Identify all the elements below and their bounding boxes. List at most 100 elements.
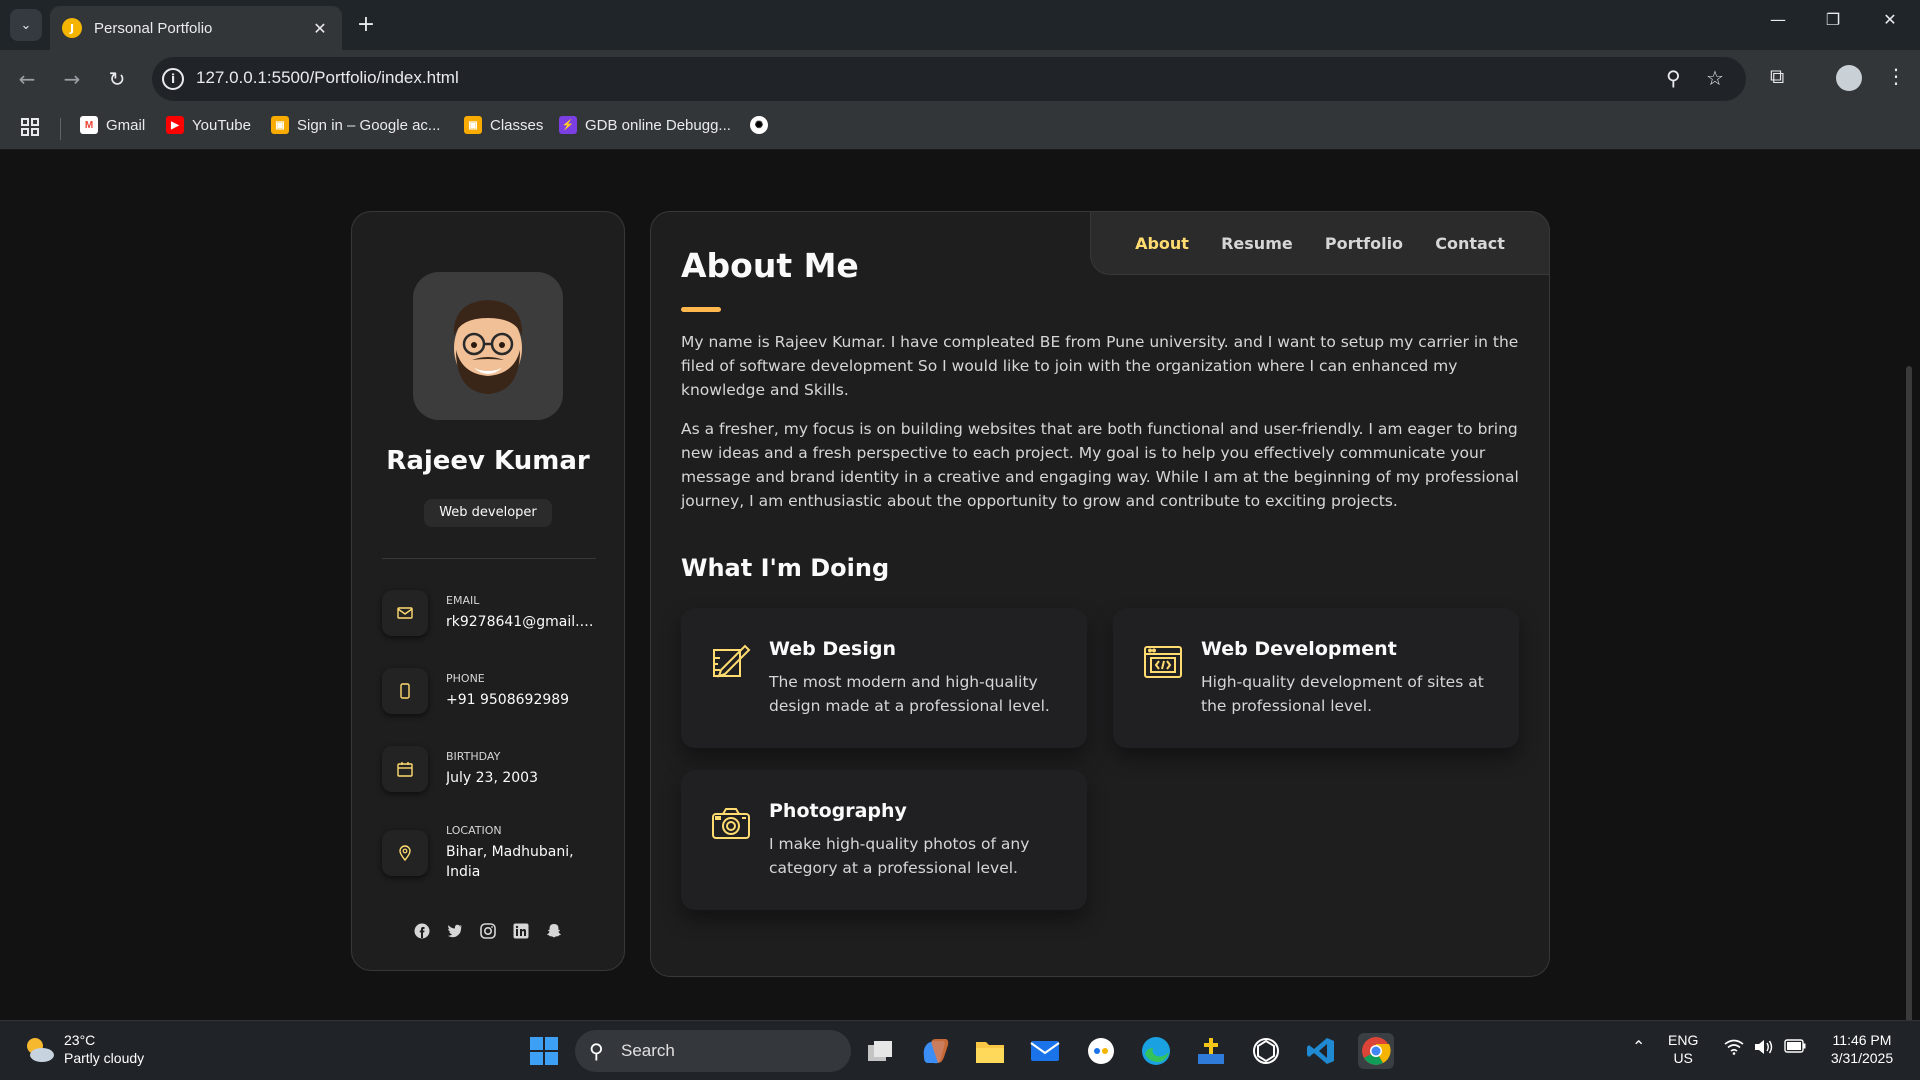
linkedin-icon[interactable]	[511, 921, 530, 940]
clock[interactable]: 11:46 PM 3/31/2025	[1824, 1031, 1900, 1067]
browser-toolbar: ← → ↻ i 127.0.0.1:5500/Portfolio/index.h…	[0, 50, 1920, 108]
facebook-icon[interactable]	[412, 921, 431, 940]
weather-icon[interactable]	[22, 1033, 56, 1067]
copilot-icon[interactable]	[917, 1033, 953, 1069]
reload-button[interactable]: ↻	[102, 64, 132, 94]
vscode-icon[interactable]	[1303, 1033, 1339, 1069]
clock-time: 11:46 PM	[1832, 1032, 1892, 1048]
about-paragraph-1: My name is Rajeev Kumar. I have compleat…	[681, 333, 1519, 399]
taskbar-search[interactable]: ⚲ Search	[575, 1030, 851, 1072]
tray-overflow-icon[interactable]: ⌃	[1632, 1039, 1645, 1057]
bookmark-gmail[interactable]: M Gmail	[80, 116, 145, 134]
task-view-icon[interactable]	[862, 1033, 898, 1069]
bookmark-label: Sign in – Google ac...	[297, 116, 441, 134]
dev-icon	[1143, 642, 1183, 682]
nav-resume[interactable]: Resume	[1221, 234, 1293, 253]
file-explorer-icon[interactable]	[972, 1033, 1008, 1069]
gmail-icon: M	[80, 116, 98, 134]
sidebar-separator	[382, 558, 596, 559]
service-text: High-quality development of sites at the…	[1201, 673, 1484, 715]
weather-desc: Partly cloudy	[64, 1050, 145, 1066]
edge-icon[interactable]	[1138, 1033, 1174, 1069]
site-info-icon[interactable]: i	[162, 68, 184, 90]
search-label: Search	[621, 1041, 675, 1060]
mail-app-icon[interactable]	[1027, 1033, 1063, 1069]
mail-icon	[382, 590, 428, 636]
twitter-icon[interactable]	[445, 921, 464, 940]
service-text: The most modern and high-quality design …	[769, 673, 1050, 715]
bookmark-label: Gmail	[106, 116, 146, 134]
bookmark-chatgpt[interactable]: ✺	[750, 116, 776, 134]
nav-contact[interactable]: Contact	[1435, 234, 1505, 253]
page-title: About Me	[681, 246, 859, 285]
tab-search-button[interactable]: ⌄	[10, 9, 42, 41]
volume-icon[interactable]	[1754, 1039, 1774, 1059]
back-button[interactable]: ←	[12, 64, 42, 94]
bookmark-gdb[interactable]: ⚡ GDB online Debugg...	[559, 116, 731, 134]
close-window-button[interactable]: ✕	[1870, 10, 1910, 29]
bookmark-classes[interactable]: ▣ Classes	[464, 116, 543, 134]
app-icon[interactable]	[1083, 1033, 1119, 1069]
bookmark-google-signin[interactable]: ▣ Sign in – Google ac...	[271, 116, 440, 134]
profile-avatar[interactable]	[1836, 65, 1862, 91]
chrome-icon[interactable]	[1358, 1033, 1394, 1069]
about-paragraph-2: As a fresher, my focus is on building we…	[681, 420, 1519, 510]
minimize-button[interactable]: —	[1758, 10, 1798, 29]
zoom-icon[interactable]: ⚲	[1666, 66, 1681, 90]
battery-icon[interactable]	[1784, 1039, 1806, 1057]
browser-tab[interactable]: J Personal Portfolio ✕	[50, 6, 342, 50]
birthday-value: July 23, 2003	[446, 770, 538, 786]
bookmark-youtube[interactable]: ▶ YouTube	[166, 116, 251, 134]
snapchat-icon[interactable]	[544, 921, 563, 940]
email-link[interactable]: rk9278641@gmail.co...	[446, 612, 596, 632]
instagram-icon[interactable]	[478, 921, 497, 940]
bookmark-star-icon[interactable]: ☆	[1706, 66, 1724, 90]
nav-about[interactable]: About	[1135, 234, 1189, 253]
service-card-photography: Photography I make high-quality photos o…	[681, 770, 1087, 910]
service-card-web-development: Web Development High-quality development…	[1113, 608, 1519, 748]
phone-link[interactable]: +91 9508692989	[446, 690, 596, 710]
start-button[interactable]	[526, 1033, 562, 1069]
menu-icon[interactable]: ⋮	[1886, 64, 1906, 88]
about-panel: About Resume Portfolio Contact About Me …	[650, 211, 1550, 977]
profile-sidebar: Rajeev Kumar Web developer Email rk92786…	[351, 211, 625, 971]
youtube-icon: ▶	[166, 116, 184, 134]
bookmarks-separator	[60, 118, 61, 140]
service-title: Photography	[769, 800, 907, 822]
app-icon[interactable]	[1193, 1033, 1229, 1069]
service-card-web-design: Web Design The most modern and high-qual…	[681, 608, 1087, 748]
social-links	[412, 921, 563, 940]
camera-icon	[711, 804, 751, 844]
bookmark-label: Classes	[490, 116, 544, 134]
forward-button[interactable]: →	[57, 64, 87, 94]
avatar-image	[453, 300, 523, 394]
restore-button[interactable]: ❐	[1813, 10, 1853, 29]
classroom-icon: ▣	[464, 116, 482, 134]
page-scrollbar[interactable]	[1906, 366, 1912, 1080]
tab-title: Personal Portfolio	[94, 19, 213, 37]
avatar	[413, 272, 563, 420]
weather-temp: 23°C	[64, 1032, 96, 1048]
gdb-icon: ⚡	[559, 116, 577, 134]
location-icon	[382, 830, 428, 876]
tab-favicon-icon: J	[62, 18, 82, 38]
contact-label: Location	[446, 824, 502, 837]
phone-icon	[382, 668, 428, 714]
language-indicator[interactable]: ENG US	[1668, 1031, 1698, 1067]
role-badge: Web developer	[424, 499, 552, 527]
apps-icon[interactable]	[20, 117, 40, 137]
new-tab-button[interactable]: +	[354, 12, 378, 37]
weather-widget[interactable]: 23°C Partly cloudy	[64, 1031, 144, 1067]
bookmark-label: YouTube	[192, 116, 251, 134]
contact-label: Phone	[446, 672, 485, 685]
chatgpt-icon[interactable]	[1248, 1033, 1284, 1069]
location-value: Bihar, Madhubani, India	[446, 844, 574, 880]
windows-taskbar: 23°C Partly cloudy ⚲ Search ⌃ ENG US 11:…	[0, 1020, 1920, 1080]
page: Rajeev Kumar Web developer Email rk92786…	[0, 151, 1920, 1080]
tab-close-icon[interactable]: ✕	[310, 19, 330, 38]
address-bar[interactable]: i 127.0.0.1:5500/Portfolio/index.html ⚲ …	[152, 57, 1746, 101]
wifi-icon[interactable]	[1724, 1039, 1744, 1059]
nav-portfolio[interactable]: Portfolio	[1325, 234, 1403, 253]
extensions-icon[interactable]: ⧉	[1770, 64, 1784, 88]
url-text[interactable]: 127.0.0.1:5500/Portfolio/index.html	[196, 68, 459, 88]
